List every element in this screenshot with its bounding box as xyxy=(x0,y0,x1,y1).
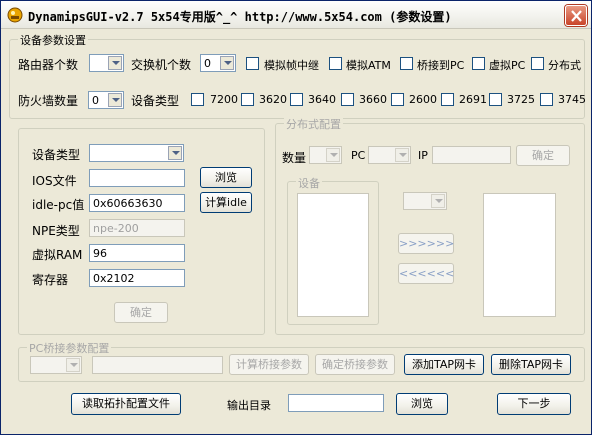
type-3620-label: 3620 xyxy=(259,93,287,106)
count-select[interactable] xyxy=(309,146,342,164)
remove-tap-button[interactable]: 删除TAP网卡 xyxy=(491,354,571,375)
ip-label: IP xyxy=(418,149,428,162)
bridge-input[interactable] xyxy=(92,356,223,374)
read-topology-button[interactable]: 读取拓扑配置文件 xyxy=(71,393,181,415)
type-3640-label: 3640 xyxy=(308,93,336,106)
chevron-down-icon xyxy=(108,93,122,107)
output-dir-input[interactable] xyxy=(288,394,384,412)
chevron-down-icon xyxy=(168,146,182,160)
idlepc-label: idle-pc值 xyxy=(32,198,85,212)
target-select[interactable] xyxy=(403,192,447,210)
browse-output-button[interactable]: 浏览 xyxy=(396,393,448,415)
type-3745-label: 3745 xyxy=(558,93,586,106)
checkbox-2691[interactable] xyxy=(441,93,454,106)
firewall-count-label: 防火墙数量 xyxy=(18,94,79,108)
window-title: DynamipsGUI-v2.7 5x54专用版^_^ http://www.5… xyxy=(28,10,452,24)
idlepc-input[interactable]: 0x60663630 xyxy=(89,194,185,212)
close-icon xyxy=(571,10,582,22)
npe-type-input[interactable]: npe-200 xyxy=(89,219,185,237)
ios-file-input[interactable] xyxy=(89,169,185,187)
move-right-button[interactable]: >>>>>> xyxy=(398,233,454,254)
confirm-bridge-button[interactable]: 确定桥接参数 xyxy=(315,354,395,375)
device-params-title: 设备参数设置 xyxy=(18,32,88,48)
frame-relay-label: 模拟帧中继 xyxy=(264,59,319,72)
type-7200-label: 7200 xyxy=(210,93,238,106)
chevron-down-icon xyxy=(66,358,80,372)
distributed-label: 分布式 xyxy=(548,59,581,72)
ip-input[interactable] xyxy=(432,146,511,164)
add-tap-button[interactable]: 添加TAP网卡 xyxy=(404,354,484,375)
switch-count-label: 交换机个数 xyxy=(131,58,192,72)
chevron-down-icon xyxy=(108,56,122,70)
checkbox-7200[interactable] xyxy=(191,93,204,106)
npe-type-label: NPE类型 xyxy=(32,224,80,238)
bridge-pc-label: 桥接到PC xyxy=(417,59,465,72)
distributed-title: 分布式配置 xyxy=(284,116,343,132)
firewall-count-value: 0 xyxy=(92,94,99,107)
ios-file-label: IOS文件 xyxy=(32,174,77,188)
checkbox-distributed[interactable] xyxy=(531,57,544,70)
chevron-down-icon xyxy=(431,194,445,208)
firewall-count-select[interactable]: 0 xyxy=(88,91,124,109)
checkbox-3745[interactable] xyxy=(540,93,553,106)
chevron-down-icon xyxy=(395,148,409,162)
virtual-ram-input[interactable]: 96 xyxy=(89,244,185,262)
checkbox-3660[interactable] xyxy=(341,93,354,106)
pc-label: PC xyxy=(351,149,366,162)
type-2600-label: 2600 xyxy=(409,93,437,106)
calc-bridge-button[interactable]: 计算桥接参数 xyxy=(229,354,309,375)
close-button[interactable] xyxy=(565,5,587,26)
distributed-confirm-button[interactable]: 确定 xyxy=(516,145,570,166)
assigned-list[interactable] xyxy=(483,193,556,317)
device-type-row-label: 设备类型 xyxy=(131,94,180,108)
checkbox-bridge-pc[interactable] xyxy=(400,57,413,70)
atm-label: 模拟ATM xyxy=(346,59,391,72)
chevron-down-icon xyxy=(220,56,234,70)
checkbox-3640[interactable] xyxy=(290,93,303,106)
calc-idle-button[interactable]: 计算idle xyxy=(200,192,252,213)
output-dir-label: 输出目录 xyxy=(227,399,271,412)
register-input[interactable]: 0x2102 xyxy=(89,269,185,287)
checkbox-virtual-pc[interactable] xyxy=(472,57,485,70)
checkbox-3620[interactable] xyxy=(241,93,254,106)
type-2691-label: 2691 xyxy=(459,93,487,106)
chevron-down-icon xyxy=(326,148,340,162)
router-count-select[interactable] xyxy=(89,54,124,72)
bridge-select[interactable] xyxy=(30,356,82,374)
device-type-select[interactable] xyxy=(89,144,184,162)
count-label: 数量 xyxy=(282,151,307,165)
router-count-label: 路由器个数 xyxy=(18,58,79,72)
devices-title: 设备 xyxy=(296,175,322,191)
move-left-button[interactable]: <<<<<< xyxy=(398,263,454,284)
type-3660-label: 3660 xyxy=(359,93,387,106)
checkbox-3725[interactable] xyxy=(489,93,502,106)
switch-count-select[interactable]: 0 xyxy=(200,54,236,72)
virtual-ram-label: 虚拟RAM xyxy=(32,248,83,262)
virtual-pc-label: 虚拟PC xyxy=(489,59,526,72)
switch-count-value: 0 xyxy=(204,57,211,70)
browse-ios-button[interactable]: 浏览 xyxy=(200,167,252,188)
checkbox-frame-relay[interactable] xyxy=(246,57,259,70)
bridge-title: PC桥接参数配置 xyxy=(27,340,112,356)
title-bar[interactable]: DynamipsGUI-v2.7 5x54专用版^_^ http://www.5… xyxy=(1,1,591,29)
type-3725-label: 3725 xyxy=(507,93,535,106)
checkbox-atm[interactable] xyxy=(329,57,342,70)
device-type-label: 设备类型 xyxy=(32,148,81,162)
devices-list[interactable] xyxy=(297,193,369,317)
confirm-device-button[interactable]: 确定 xyxy=(114,302,168,323)
checkbox-2600[interactable] xyxy=(391,93,404,106)
register-label: 寄存器 xyxy=(32,273,69,287)
pc-select[interactable] xyxy=(368,146,411,164)
main-window: DynamipsGUI-v2.7 5x54专用版^_^ http://www.5… xyxy=(0,0,592,435)
app-icon xyxy=(7,7,23,23)
next-button[interactable]: 下一步 xyxy=(497,393,571,415)
